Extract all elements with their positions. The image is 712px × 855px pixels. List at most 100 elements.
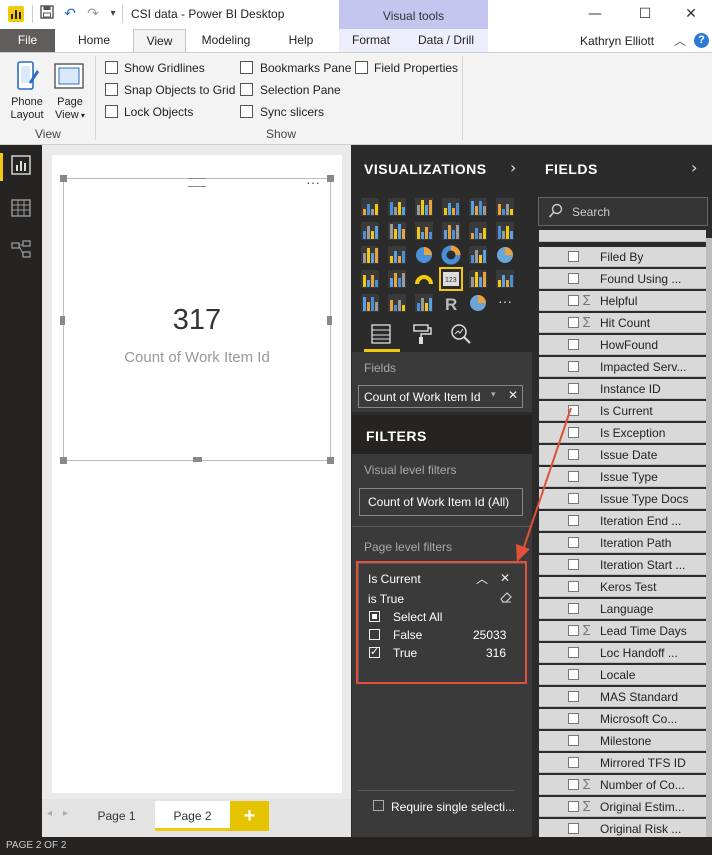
relationships-view-icon[interactable]: [9, 240, 33, 264]
tab-view[interactable]: View: [133, 29, 186, 53]
collapse-fields-icon[interactable]: ›: [691, 158, 697, 177]
field-item[interactable]: Found Using ...: [539, 269, 706, 289]
table-visual-icon[interactable]: [387, 293, 407, 313]
page-view-button[interactable]: Page View ▾: [50, 96, 90, 122]
scroll-right-icon[interactable]: ▸: [63, 808, 68, 819]
field-item[interactable]: ∑ Hit Count: [539, 313, 706, 333]
field-item[interactable]: ∑ Original Estim...: [539, 797, 706, 817]
drag-grip-icon[interactable]: [188, 178, 206, 187]
clustered-column-visual-icon[interactable]: [441, 197, 461, 217]
field-item[interactable]: Mirrored TFS ID: [539, 753, 706, 773]
tab-help[interactable]: Help: [278, 29, 324, 52]
sync-slicers-checkbox[interactable]: [240, 105, 253, 118]
collapse-ribbon-icon[interactable]: ︿: [674, 32, 686, 49]
field-checkbox[interactable]: [568, 251, 579, 262]
field-checkbox[interactable]: [568, 823, 579, 834]
field-checkbox[interactable]: [568, 295, 579, 306]
resize-handle[interactable]: [327, 175, 334, 182]
field-item[interactable]: Original Risk ...: [539, 819, 706, 837]
field-checkbox[interactable]: [568, 603, 579, 614]
tab-file[interactable]: File: [0, 29, 55, 52]
field-checkbox[interactable]: [568, 383, 579, 394]
tab-home[interactable]: Home: [70, 29, 118, 52]
field-item[interactable]: HowFound: [539, 335, 706, 355]
100-column-visual-icon[interactable]: [495, 197, 515, 217]
page-tab-2[interactable]: Page 2: [155, 801, 230, 831]
redo-icon[interactable]: ↷: [84, 5, 102, 23]
multi-row-card-visual-icon[interactable]: [468, 269, 488, 289]
more-options-icon[interactable]: ···: [306, 174, 320, 190]
phone-layout-button[interactable]: Phone Layout: [4, 96, 50, 122]
line-clustered-visual-icon[interactable]: [468, 221, 488, 241]
field-checkbox[interactable]: [568, 669, 579, 680]
selection-pane-checkbox[interactable]: [240, 83, 253, 96]
tab-data-drill[interactable]: Data / Drill: [410, 29, 482, 52]
fields-scrollbar[interactable]: [706, 238, 712, 837]
ribbon-visual-icon[interactable]: [495, 221, 515, 241]
r-script-visual-icon[interactable]: R: [441, 293, 461, 314]
scatter-visual-icon[interactable]: [387, 245, 407, 265]
line-visual-icon[interactable]: [360, 221, 380, 241]
card-visual-icon[interactable]: 123: [439, 267, 463, 291]
stacked-bar-visual-icon[interactable]: [360, 197, 380, 217]
map-visual-icon[interactable]: [495, 245, 515, 265]
save-icon[interactable]: [38, 5, 56, 23]
format-paint-roller-icon[interactable]: [411, 323, 433, 345]
field-checkbox[interactable]: [568, 801, 579, 812]
treemap-visual-icon[interactable]: [468, 245, 488, 265]
show-gridlines-checkbox[interactable]: [105, 61, 118, 74]
add-page-button[interactable]: +: [230, 801, 269, 831]
globe-visual-icon[interactable]: [468, 293, 488, 313]
field-checkbox[interactable]: [568, 735, 579, 746]
tab-format[interactable]: Format: [345, 29, 397, 52]
field-checkbox[interactable]: [568, 647, 579, 658]
field-checkbox[interactable]: [568, 625, 579, 636]
line-column-visual-icon[interactable]: [441, 221, 461, 241]
waterfall-visual-icon[interactable]: [360, 245, 380, 265]
minimize-button[interactable]: —: [584, 4, 606, 24]
matrix-visual-icon[interactable]: [414, 293, 434, 313]
lock-objects-checkbox[interactable]: [105, 105, 118, 118]
field-item[interactable]: ∑ Number of Co...: [539, 775, 706, 795]
field-item[interactable]: Filed By: [539, 247, 706, 267]
maximize-button[interactable]: ☐: [634, 4, 656, 24]
analytics-magnifier-icon[interactable]: [450, 323, 472, 345]
help-icon[interactable]: ?: [694, 33, 709, 48]
field-dropdown-icon[interactable]: ▾: [491, 390, 496, 400]
more-visual-icon[interactable]: ···: [495, 293, 515, 313]
clustered-bar-visual-icon[interactable]: [414, 197, 434, 217]
donut-visual-icon[interactable]: [441, 245, 461, 265]
field-checkbox[interactable]: [568, 779, 579, 790]
snap-to-grid-checkbox[interactable]: [105, 83, 118, 96]
field-item[interactable]: ∑ Lead Time Days: [539, 621, 706, 641]
field-checkbox[interactable]: [568, 757, 579, 768]
resize-handle[interactable]: [193, 457, 202, 462]
undo-icon[interactable]: ↶: [61, 5, 79, 23]
field-item[interactable]: Keros Test: [539, 577, 706, 597]
field-checkbox[interactable]: [568, 317, 579, 328]
pie-visual-icon[interactable]: [414, 245, 434, 265]
resize-handle[interactable]: [60, 457, 67, 464]
field-item[interactable]: MAS Standard: [539, 687, 706, 707]
field-properties-checkbox[interactable]: [355, 61, 368, 74]
field-item[interactable]: Microsoft Co...: [539, 709, 706, 729]
bookmarks-pane-checkbox[interactable]: [240, 61, 253, 74]
resize-handle[interactable]: [327, 457, 334, 464]
100-bar-visual-icon[interactable]: [468, 197, 488, 217]
field-item[interactable]: Locale: [539, 665, 706, 685]
require-single-selection-checkbox[interactable]: [373, 800, 384, 811]
field-checkbox[interactable]: [568, 581, 579, 592]
field-item[interactable]: Milestone: [539, 731, 706, 751]
funnel-visual-icon[interactable]: [387, 269, 407, 289]
stacked-area-visual-icon[interactable]: [414, 221, 434, 241]
page-tab-1[interactable]: Page 1: [79, 801, 154, 831]
quick-access-dropdown-icon[interactable]: ▾: [104, 5, 122, 23]
report-view-icon[interactable]: [9, 155, 33, 179]
field-item[interactable]: Language: [539, 599, 706, 619]
kpi-visual-icon[interactable]: [495, 269, 515, 289]
resize-handle[interactable]: [60, 175, 67, 182]
close-button[interactable]: ✕: [680, 4, 702, 24]
field-item[interactable]: Instance ID: [539, 379, 706, 399]
collapse-visualizations-icon[interactable]: ›: [510, 158, 516, 177]
field-item[interactable]: Impacted Serv...: [539, 357, 706, 377]
